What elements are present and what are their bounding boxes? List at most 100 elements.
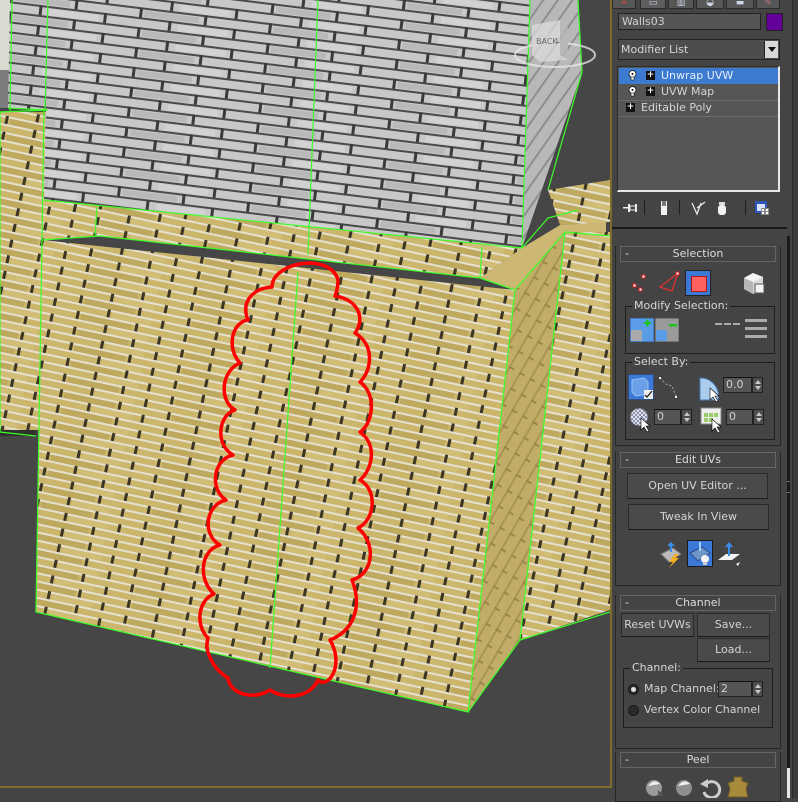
panel-edge [792, 0, 798, 798]
edit-uvs-rollout-header[interactable]: - Edit UVs [620, 452, 776, 468]
toolbar-separator [644, 200, 645, 215]
show-end-result-icon[interactable] [656, 200, 672, 216]
scroll-grip[interactable] [787, 481, 790, 493]
map-channel-value[interactable]: 2 [718, 681, 752, 697]
pin-stack-icon[interactable] [622, 200, 638, 216]
expand-plus-icon[interactable]: + [626, 103, 635, 112]
material-id-value[interactable]: 0 [726, 409, 753, 425]
pelt-map-icon[interactable] [726, 776, 750, 798]
planar-angle-icon[interactable] [698, 376, 720, 402]
make-unique-icon[interactable] [691, 200, 707, 216]
stack-item-label: UVW Map [661, 85, 715, 98]
save-button[interactable]: Save... [697, 613, 770, 637]
peel-mode-icon[interactable] [644, 776, 666, 798]
object-color-swatch[interactable] [766, 13, 783, 31]
collapse-icon: - [625, 596, 629, 609]
left-back-wall [0, 112, 48, 240]
stack-item-label: Editable Poly [641, 101, 712, 114]
smoothing-group-spinner[interactable]: 0 [654, 409, 692, 425]
spinner-arrows-icon[interactable] [752, 377, 763, 393]
rollout-title: Peel [686, 753, 710, 766]
panel-scrollbar[interactable] [787, 236, 790, 798]
tweak-in-view-button[interactable]: Tweak In View [628, 504, 769, 530]
select-by-edge-loop-icon[interactable] [658, 376, 680, 400]
tweak-uvw-icon [689, 542, 711, 565]
reset-peel-icon[interactable] [700, 778, 722, 798]
group-label: Modify Selection: [632, 299, 731, 313]
edge-mode-icon[interactable] [658, 271, 684, 293]
spinner-arrows-icon[interactable] [752, 681, 763, 697]
planar-angle-value[interactable]: 0.0 [723, 377, 752, 393]
utilities-icon: ✎ [764, 0, 772, 8]
tab-utilities[interactable]: ✎ [756, 0, 780, 9]
configure-modifier-sets-icon[interactable] [754, 200, 770, 216]
panel-scrollbar-thumb[interactable] [787, 768, 790, 798]
rollout-title: Channel [675, 596, 721, 609]
open-uv-editor-button[interactable]: Open UV Editor ... [627, 473, 768, 499]
group-label: Channel: [630, 661, 683, 675]
viewcube-face-left: L [556, 37, 560, 45]
remove-modifier-icon[interactable] [714, 200, 730, 216]
collapse-icon: - [625, 453, 629, 466]
spinner-arrows-icon[interactable] [753, 409, 764, 425]
material-id-spinner[interactable]: 0 [726, 409, 764, 425]
selection-rollout-header[interactable]: - Selection [620, 246, 776, 262]
stack-item-uvw-map[interactable]: + UVW Map [619, 84, 778, 101]
stack-item-label: Unwrap UVW [661, 69, 734, 82]
status-strip [0, 788, 612, 798]
tab-motion[interactable]: ◒ [696, 0, 724, 9]
chevron-down-icon[interactable] [764, 41, 778, 58]
ring-selection-icon[interactable] [715, 321, 741, 327]
vertex-color-channel-radio[interactable] [628, 705, 639, 716]
spinner-arrows-icon[interactable] [681, 409, 692, 425]
map-channel-radio[interactable] [628, 684, 639, 695]
hierarchy-icon: ▥ [676, 0, 686, 8]
tweak-uvw-toggle-button[interactable] [687, 540, 713, 567]
tab-modify[interactable]: ▭ [640, 0, 666, 9]
loop-selection-icon[interactable] [745, 318, 767, 338]
tab-display[interactable]: ▬ [726, 0, 754, 9]
polygon-mode-button[interactable] [685, 270, 711, 296]
reset-uvws-button[interactable]: Reset UVWs [621, 613, 694, 637]
select-by-smoothing-group-icon[interactable] [629, 406, 653, 432]
select-by-material-id-icon[interactable] [700, 407, 724, 433]
quick-peel-icon[interactable] [659, 542, 685, 568]
map-channel-spinner[interactable]: 2 [718, 681, 764, 697]
vertex-mode-icon[interactable] [630, 273, 652, 293]
stack-item-unwrap-uvw[interactable]: + Unwrap UVW [619, 68, 778, 84]
expand-plus-icon[interactable]: + [646, 87, 655, 96]
modifier-list-dropdown[interactable]: Modifier List [618, 39, 780, 60]
modifier-stack[interactable]: + Unwrap UVW + UVW Map + Editable Poly [617, 66, 780, 192]
shrink-selection-icon[interactable] [655, 318, 679, 342]
load-button[interactable]: Load... [697, 638, 770, 662]
modifier-list-label: Modifier List [621, 43, 689, 56]
tab-create[interactable]: + [612, 0, 636, 9]
perspective-viewport[interactable]: BACK L [0, 0, 612, 788]
modify-icon: ▭ [648, 0, 658, 8]
viewport-scene[interactable]: BACK L [0, 0, 610, 786]
object-name-field[interactable]: Walls03 [618, 13, 761, 30]
motion-icon: ◒ [706, 0, 714, 8]
rollout-title: Selection [672, 247, 724, 260]
channel-rollout-header[interactable]: - Channel [620, 595, 776, 611]
lightbulb-icon[interactable] [628, 86, 637, 97]
vertex-color-channel-label: Vertex Color Channel [644, 703, 761, 716]
grow-selection-icon[interactable] [630, 318, 654, 342]
expand-plus-icon[interactable]: + [646, 71, 655, 80]
stack-item-editable-poly[interactable]: + Editable Poly [619, 100, 778, 117]
peel-rollout-header[interactable]: - Peel [620, 752, 776, 768]
rollout-title: Edit UVs [674, 453, 722, 466]
lscm-peel-icon[interactable] [673, 776, 695, 798]
select-by-element-icon[interactable] [628, 374, 654, 400]
toolbar-separator [745, 200, 746, 215]
lightbulb-icon[interactable] [628, 70, 637, 81]
collapse-icon: - [625, 753, 629, 766]
planar-angle-spinner[interactable]: 0.0 [723, 377, 763, 393]
align-to-face-icon[interactable] [716, 542, 742, 568]
toolbar-separator [679, 200, 680, 215]
command-panel-tabs: + ▭ ▥ ◒ ▬ ✎ [612, 0, 798, 9]
smoothing-group-value[interactable]: 0 [654, 409, 681, 425]
tab-hierarchy[interactable]: ▥ [668, 0, 694, 9]
collapse-icon: - [625, 247, 629, 260]
element-mode-icon[interactable] [741, 270, 767, 296]
